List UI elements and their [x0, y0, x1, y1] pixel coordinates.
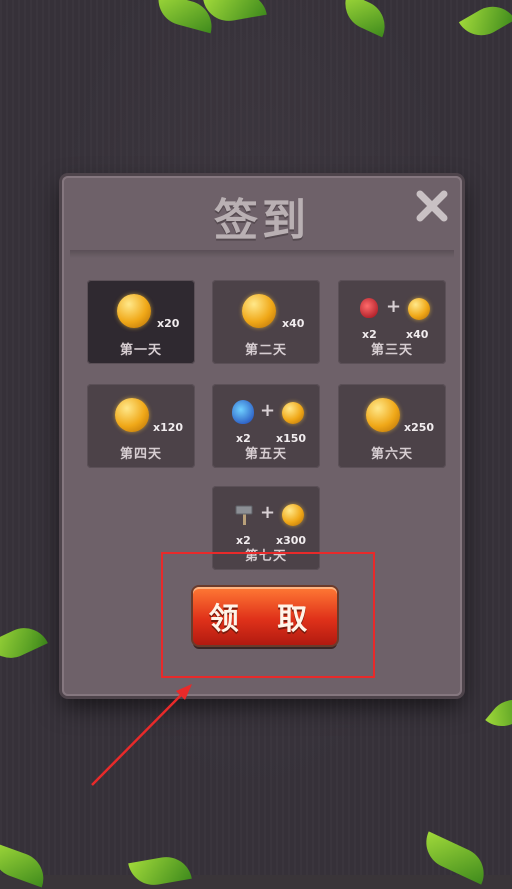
close-icon: [416, 190, 448, 222]
reward-quantity: x250: [404, 421, 435, 434]
day-card-2[interactable]: x40 第二天: [212, 280, 320, 364]
gold-coin-icon: [117, 294, 151, 328]
day-label: 第一天: [119, 343, 162, 358]
day-label: 第三天: [370, 343, 413, 358]
title-divider: [70, 250, 454, 258]
gold-coin-icon: [115, 398, 149, 432]
day-card-4[interactable]: x120 第四天: [87, 384, 195, 468]
day-label: 第四天: [119, 447, 162, 462]
day-card-3[interactable]: + x2 x40 第三天: [338, 280, 446, 364]
reward-quantity: x20: [157, 317, 180, 330]
dialog-title: 签到: [214, 195, 310, 246]
day-card-6[interactable]: x250 第六天: [338, 384, 446, 468]
gold-coin-icon: [282, 402, 304, 424]
plus-sign: +: [386, 296, 402, 317]
gold-coin-icon: [242, 294, 276, 328]
day-card-5[interactable]: + x2 x150 第五天: [212, 384, 320, 468]
plus-sign: +: [260, 400, 276, 421]
highlight-box: [161, 552, 375, 678]
gold-coin-icon: [282, 504, 304, 526]
close-button[interactable]: [412, 186, 452, 226]
red-potion-icon: [360, 298, 378, 318]
reward-quantity: x120: [153, 421, 184, 434]
plus-sign: +: [260, 502, 276, 523]
day-label: 第五天: [244, 447, 287, 462]
gold-coin-icon: [408, 298, 430, 320]
day-label: 第二天: [244, 343, 287, 358]
blue-potion-icon: [232, 400, 254, 424]
day-label: 第六天: [370, 447, 413, 462]
reward-quantity: x40: [282, 317, 305, 330]
hammer-icon: [232, 502, 256, 526]
gold-coin-icon: [366, 398, 400, 432]
day-card-1[interactable]: x20 第一天: [87, 280, 195, 364]
